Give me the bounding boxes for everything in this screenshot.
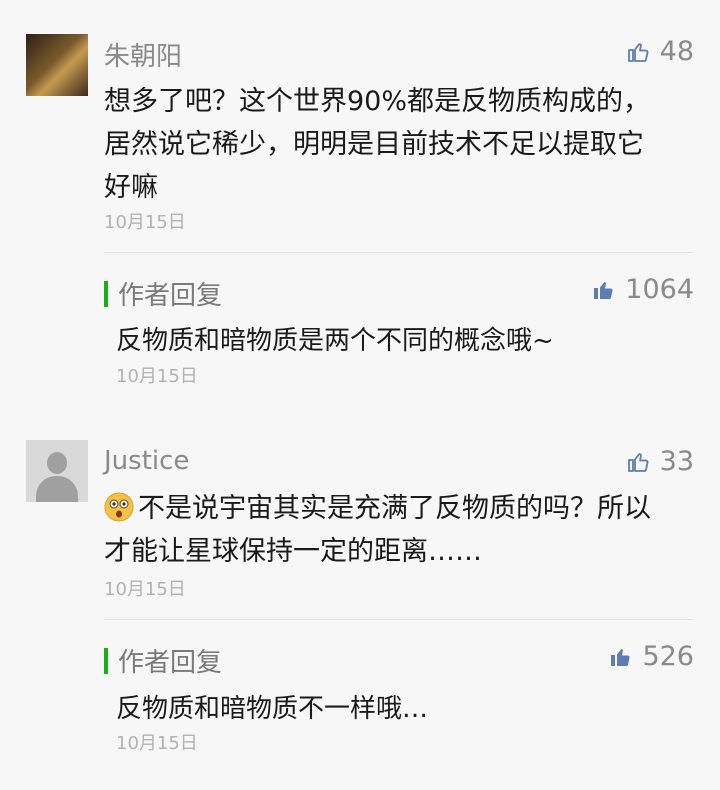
author-reply-text: 作者回复 [118, 281, 223, 311]
comment-line: 居然说它稀少，明明是目前技术不足以提取它 [104, 129, 644, 160]
like-count: 1064 [625, 274, 694, 305]
default-avatar-head [47, 452, 67, 474]
author-reply-text: 作者回复 [118, 648, 223, 678]
thumbs-up-filled-icon [594, 281, 613, 299]
like-button[interactable]: 33 [626, 446, 694, 477]
comment-line: 想多了吧？这个世界90%都是反物质构成的， [104, 86, 651, 117]
divider [104, 619, 694, 620]
reply-like-button[interactable]: 1064 [591, 274, 694, 305]
divider [104, 252, 694, 253]
comment-date: 10月15日 [104, 212, 186, 233]
comment-date: 10月15日 [104, 579, 186, 600]
comment-line: 好嘛 [104, 172, 158, 203]
author-reply-label: 作者回复 [104, 642, 222, 679]
like-button[interactable]: 48 [626, 36, 694, 67]
comment-nickname[interactable]: 朱朝阳 [104, 36, 182, 73]
reply-date: 10月15日 [116, 366, 198, 387]
comment-text: 不是说宇宙其实是充满了反物质的吗？所以 才能让星球保持一定的距离…… [104, 487, 694, 573]
comment-text: 想多了吧？这个世界90%都是反物质构成的， 居然说它稀少，明明是目前技术不足以提… [104, 80, 694, 209]
comment-line: 才能让星球保持一定的距离…… [104, 536, 482, 567]
thumbs-up-outline-icon [627, 452, 649, 472]
avatar[interactable] [26, 34, 88, 96]
avatar[interactable] [26, 440, 88, 502]
thumbs-up-filled-icon [611, 648, 630, 666]
reply-text: 反物质和暗物质不一样哦… [116, 694, 429, 724]
like-count: 33 [659, 446, 694, 477]
like-count: 526 [642, 641, 694, 672]
author-reply-label: 作者回复 [104, 275, 222, 312]
reply-accent-bar [104, 647, 108, 674]
reply-like-button[interactable]: 526 [608, 641, 694, 672]
comment-nickname[interactable]: Justice [104, 446, 189, 476]
surprised-face-emoji-icon [104, 492, 134, 522]
thumbs-up-outline-icon [627, 42, 649, 62]
like-count: 48 [659, 36, 694, 67]
reply-text: 反物质和暗物质是两个不同的概念哦~ [116, 326, 554, 356]
reply-accent-bar [104, 280, 108, 307]
comment-line: 不是说宇宙其实是充满了反物质的吗？所以 [104, 487, 694, 530]
reply-date: 10月15日 [116, 733, 198, 754]
default-avatar-body [36, 476, 78, 502]
